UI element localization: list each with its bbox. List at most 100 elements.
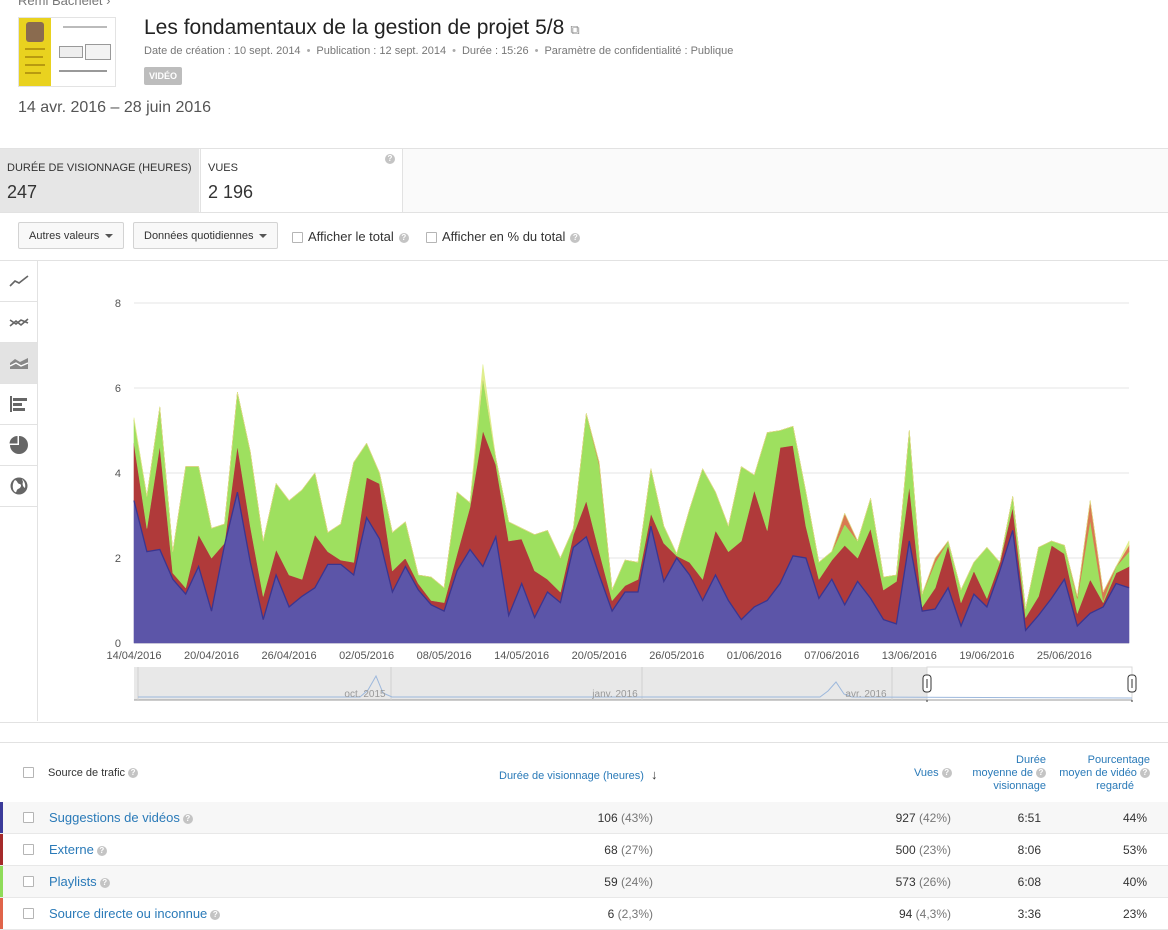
table-header: Source de trafic ? Durée de visionnage (… bbox=[0, 742, 1168, 804]
views-value: 573 bbox=[895, 875, 916, 889]
navigator-label: oct. 2015 bbox=[344, 689, 386, 700]
series-color-marker bbox=[0, 834, 3, 865]
sort-arrow-down-icon: ↓ bbox=[650, 767, 658, 782]
help-icon[interactable]: ? bbox=[1140, 768, 1150, 779]
avg-percent-cell: 53% bbox=[1122, 843, 1147, 857]
x-tick-label: 02/05/2016 bbox=[339, 650, 394, 662]
source-name[interactable]: Playlists bbox=[49, 874, 97, 889]
col-avg-duration[interactable]: Durée moyenne de ? visionnage bbox=[968, 754, 1046, 793]
col-watch-time[interactable]: Durée de visionnage (heures) ↓ bbox=[499, 767, 657, 782]
col-views[interactable]: Vues ? bbox=[914, 767, 952, 779]
avg-percent-cell: 44% bbox=[1122, 811, 1147, 825]
row-checkbox[interactable] bbox=[23, 876, 34, 887]
avg-duration-cell: 6:08 bbox=[1017, 875, 1041, 889]
row-checkbox[interactable] bbox=[23, 908, 34, 919]
x-tick-label: 08/05/2016 bbox=[417, 650, 472, 662]
source-link[interactable]: Suggestions de vidéos? bbox=[49, 810, 193, 825]
col-views-label: Vues bbox=[914, 767, 939, 779]
views-cell: 573 (26%) bbox=[896, 875, 951, 889]
col-avg-percent[interactable]: Pourcentage moyen de vidéo ? regardé bbox=[1050, 754, 1150, 793]
range-navigator[interactable]: oct. 2015 janv. 2016 avr. 2016 bbox=[134, 666, 1137, 702]
watch-time-cell: 6 (2,3%) bbox=[608, 907, 653, 921]
avg-duration-cell: 6:51 bbox=[1017, 811, 1041, 825]
help-icon[interactable]: ? bbox=[99, 877, 110, 888]
table-row[interactable]: Playlists? 59 (24%) 573 (26%) 6:08 40% bbox=[0, 866, 1168, 898]
y-tick-label: 0 bbox=[115, 638, 121, 650]
views-value: 500 bbox=[895, 843, 916, 857]
source-link[interactable]: Playlists? bbox=[49, 874, 110, 889]
col-source-label: Source de trafic bbox=[48, 767, 126, 779]
table-row[interactable]: Source directe ou inconnue? 6 (2,3%) 94 (4… bbox=[0, 898, 1168, 930]
x-tick-label: 01/06/2016 bbox=[727, 650, 782, 662]
y-tick-label: 2 bbox=[115, 553, 121, 565]
y-tick-label: 6 bbox=[115, 383, 121, 395]
y-tick-label: 4 bbox=[115, 468, 121, 480]
views-value: 94 bbox=[898, 907, 913, 921]
avg-duration-cell: 3:36 bbox=[1017, 907, 1041, 921]
watch-value: 6 bbox=[607, 907, 615, 921]
avg-duration-cell: 8:06 bbox=[1017, 843, 1041, 857]
help-icon[interactable]: ? bbox=[941, 768, 952, 779]
help-icon[interactable]: ? bbox=[128, 768, 139, 779]
col-source[interactable]: Source de trafic ? bbox=[48, 767, 139, 779]
x-tick-label: 14/05/2016 bbox=[494, 650, 549, 662]
select-all-checkbox[interactable] bbox=[23, 767, 34, 778]
table-row[interactable]: Externe? 68 (27%) 500 (23%) 8:06 53% bbox=[0, 834, 1168, 866]
watch-percent: (27%) bbox=[620, 843, 653, 857]
source-name[interactable]: Source directe ou inconnue bbox=[49, 906, 207, 921]
watch-time-cell: 59 (24%) bbox=[604, 875, 653, 889]
x-tick-label: 26/05/2016 bbox=[649, 650, 704, 662]
col-avg-duration-line3: visionnage bbox=[993, 780, 1046, 792]
avg-percent-cell: 23% bbox=[1122, 907, 1147, 921]
x-tick-label: 26/04/2016 bbox=[262, 650, 317, 662]
x-tick-label: 25/06/2016 bbox=[1037, 650, 1092, 662]
views-value: 927 bbox=[895, 811, 916, 825]
views-percent: (42%) bbox=[918, 811, 951, 825]
watch-percent: (24%) bbox=[620, 875, 653, 889]
series-color-marker bbox=[0, 898, 3, 929]
source-link[interactable]: Source directe ou inconnue? bbox=[49, 906, 221, 921]
series-color-marker bbox=[0, 866, 3, 897]
source-name[interactable]: Externe bbox=[49, 842, 94, 857]
col-avg-percent-line3: regardé bbox=[1096, 780, 1134, 792]
col-avg-percent-line1: Pourcentage bbox=[1087, 754, 1150, 766]
series-color-marker bbox=[0, 802, 3, 833]
help-icon[interactable]: ? bbox=[1036, 768, 1046, 779]
watch-percent: (2,3%) bbox=[617, 907, 653, 921]
avg-percent-cell: 40% bbox=[1122, 875, 1147, 889]
x-tick-label: 13/06/2016 bbox=[882, 650, 937, 662]
watch-value: 59 bbox=[604, 875, 618, 889]
help-icon[interactable]: ? bbox=[96, 845, 107, 856]
table-row[interactable]: Suggestions de vidéos? 106 (43%) 927 (42%)… bbox=[0, 802, 1168, 834]
source-name[interactable]: Suggestions de vidéos bbox=[49, 810, 180, 825]
help-icon[interactable]: ? bbox=[182, 813, 193, 824]
help-icon[interactable]: ? bbox=[210, 909, 221, 920]
views-cell: 94 (4,3%) bbox=[899, 907, 951, 921]
source-link[interactable]: Externe? bbox=[49, 842, 107, 857]
views-percent: (23%) bbox=[918, 843, 951, 857]
views-percent: (26%) bbox=[918, 875, 951, 889]
views-cell: 500 (23%) bbox=[896, 843, 951, 857]
navigator-unselected bbox=[134, 667, 927, 700]
col-avg-percent-line2: moyen de vidéo bbox=[1059, 767, 1137, 779]
col-avg-duration-line2: moyenne de bbox=[972, 767, 1033, 779]
views-percent: (4,3%) bbox=[915, 907, 951, 921]
views-cell: 927 (42%) bbox=[896, 811, 951, 825]
navigator-label: avr. 2016 bbox=[845, 689, 887, 700]
y-tick-label: 8 bbox=[115, 298, 121, 310]
row-checkbox[interactable] bbox=[23, 844, 34, 855]
x-tick-label: 20/05/2016 bbox=[572, 650, 627, 662]
row-checkbox[interactable] bbox=[23, 812, 34, 823]
watch-value: 68 bbox=[604, 843, 618, 857]
watch-percent: (43%) bbox=[620, 811, 653, 825]
watch-time-cell: 68 (27%) bbox=[604, 843, 653, 857]
col-avg-duration-line1: Durée bbox=[1016, 754, 1046, 766]
col-watch-time-label: Durée de visionnage (heures) bbox=[499, 770, 644, 782]
x-tick-label: 19/06/2016 bbox=[959, 650, 1014, 662]
navigator-selection[interactable] bbox=[926, 666, 1133, 701]
navigator-label: janv. 2016 bbox=[591, 689, 638, 700]
watch-value: 106 bbox=[597, 811, 618, 825]
x-tick-label: 14/04/2016 bbox=[106, 650, 161, 662]
watch-time-cell: 106 (43%) bbox=[598, 811, 653, 825]
x-tick-label: 07/06/2016 bbox=[804, 650, 859, 662]
